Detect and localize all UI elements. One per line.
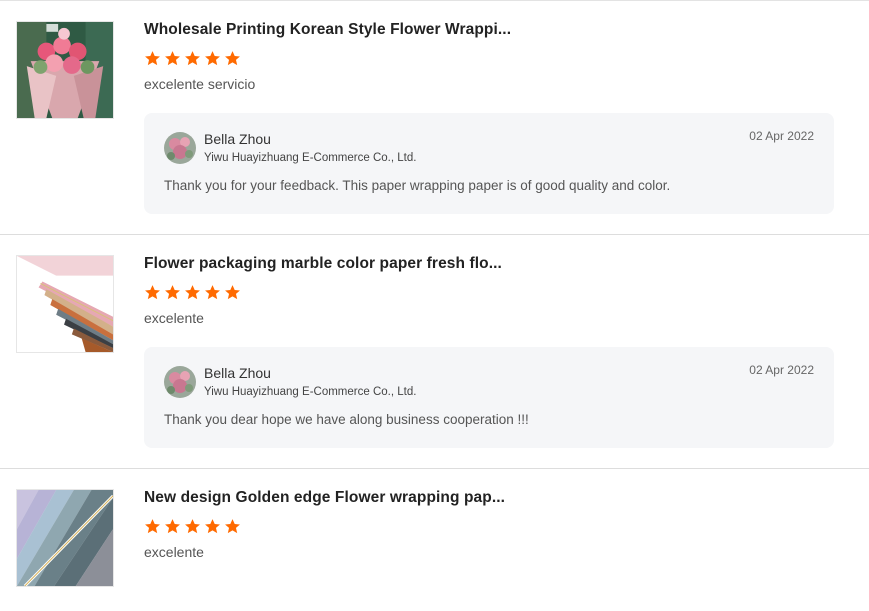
product-title-link[interactable]: New design Golden edge Flower wrapping p… [144,489,834,507]
star-icon [225,51,240,66]
product-title-link[interactable]: Flower packaging marble color paper fres… [144,255,834,273]
star-icon [205,51,220,66]
review-comment: excelente [144,544,204,560]
star-rating [144,284,834,302]
seller-avatar-image [164,366,196,398]
reply-date: 02 Apr 2022 [749,363,814,377]
seller-avatar-image [164,132,196,164]
avatar [164,366,196,398]
star-icon [145,285,160,300]
star-icon [205,285,220,300]
star-icon [165,285,180,300]
reply-header: Bella Zhou Yiwu Huayizhuang E-Commerce C… [164,363,814,400]
star-icon [225,519,240,534]
review-comment: excelente [144,310,204,326]
seller-company: Yiwu Huayizhuang E-Commerce Co., Ltd. [204,152,417,164]
product-thumbnail[interactable] [16,489,114,587]
star-icon [185,51,200,66]
seller-reply: Bella Zhou Yiwu Huayizhuang E-Commerce C… [144,347,834,448]
star-icon [145,51,160,66]
flower-bouquet-image [17,22,113,118]
review-item: Flower packaging marble color paper fres… [0,234,869,468]
review-comment: excelente servicio [144,76,256,92]
product-title-link[interactable]: Wholesale Printing Korean Style Flower W… [144,21,834,39]
star-icon [185,285,200,300]
star-icon [225,285,240,300]
star-icon [185,519,200,534]
seller-company: Yiwu Huayizhuang E-Commerce Co., Ltd. [204,386,417,398]
review-list: Wholesale Printing Korean Style Flower W… [0,0,869,587]
star-rating [144,50,834,68]
review-content: New design Golden edge Flower wrapping p… [144,489,834,560]
product-thumbnail[interactable] [16,21,114,119]
star-icon [165,51,180,66]
seller-name: Bella Zhou [204,365,271,381]
seller-name: Bella Zhou [204,131,271,147]
reply-header: Bella Zhou Yiwu Huayizhuang E-Commerce C… [164,129,814,166]
review-content: Flower packaging marble color paper fres… [144,255,834,448]
golden-edge-paper-image [17,490,113,586]
product-thumbnail[interactable] [16,255,114,353]
star-rating [144,518,834,536]
review-content: Wholesale Printing Korean Style Flower W… [144,21,834,214]
review-item: Wholesale Printing Korean Style Flower W… [0,0,869,234]
review-item: New design Golden edge Flower wrapping p… [0,468,869,587]
avatar [164,132,196,164]
star-icon [145,519,160,534]
seller-reply: Bella Zhou Yiwu Huayizhuang E-Commerce C… [144,113,834,214]
reply-text: Thank you dear hope we have along busine… [164,412,529,427]
star-icon [205,519,220,534]
reply-text: Thank you for your feedback. This paper … [164,178,671,193]
star-icon [165,519,180,534]
wrapping-paper-stack-image [17,256,113,352]
reply-date: 02 Apr 2022 [749,129,814,143]
